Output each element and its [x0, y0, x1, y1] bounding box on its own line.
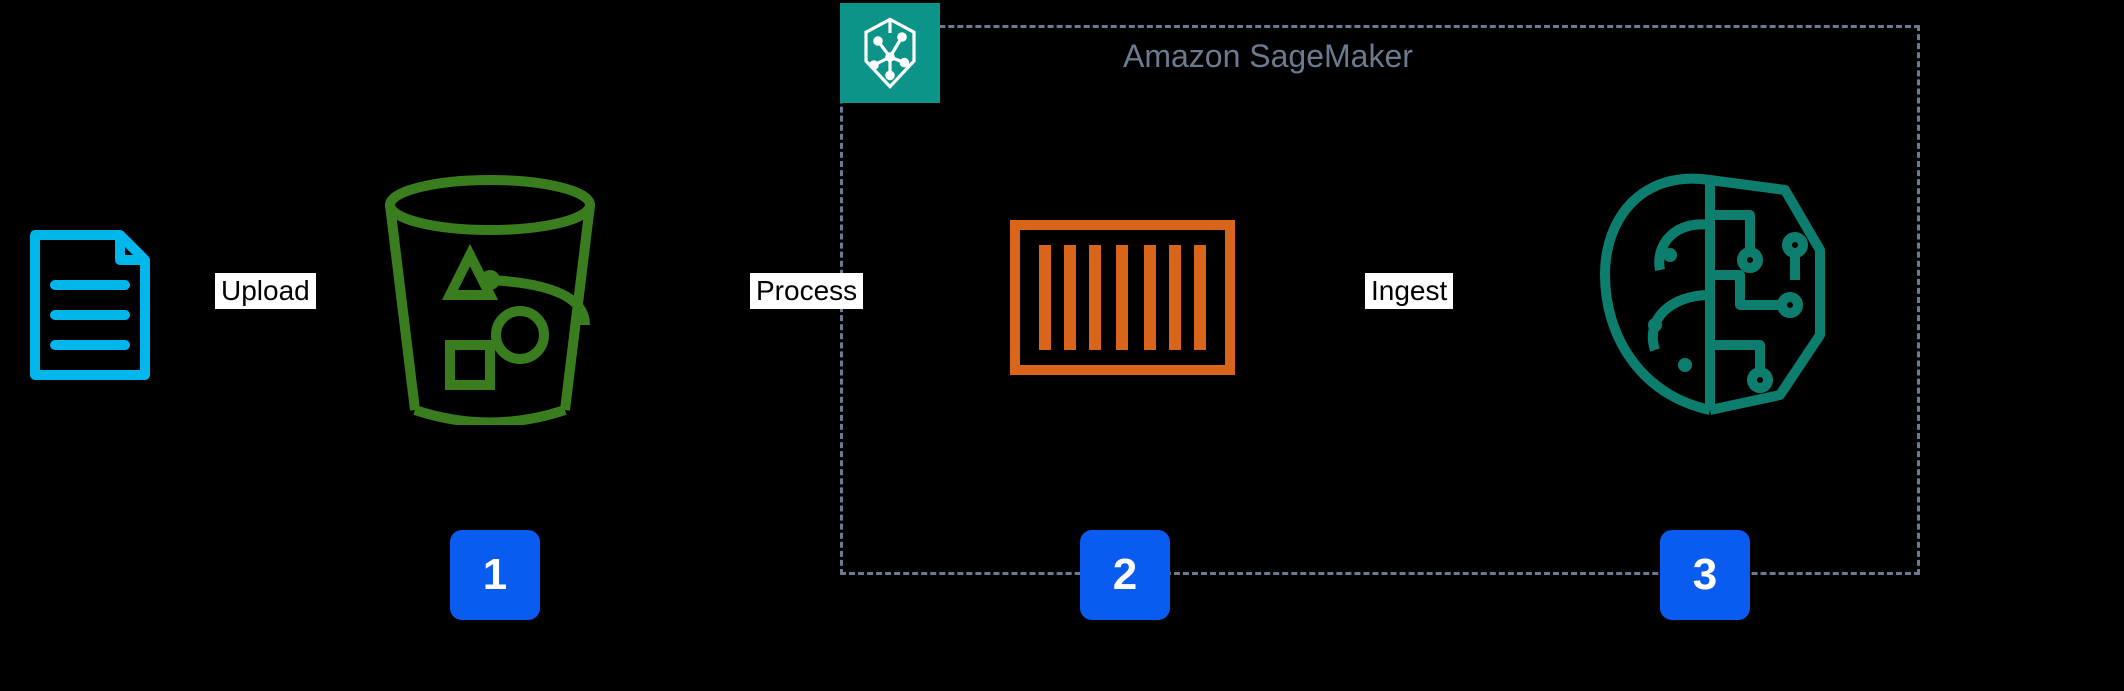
arrow-label-upload: Upload [215, 273, 316, 309]
sagemaker-ml-icon [1585, 165, 1835, 420]
container-icon [1010, 220, 1235, 375]
step-badge-2: 2 [1080, 530, 1170, 620]
diagram-canvas: Amazon SageMaker Upload [0, 0, 2124, 691]
s3-bucket-icon [380, 175, 600, 425]
document-icon [25, 225, 155, 385]
arrow-label-ingest: Ingest [1365, 273, 1453, 309]
sagemaker-title: Amazon SageMaker [1123, 38, 1413, 75]
sagemaker-badge-icon [840, 3, 940, 103]
arrow-label-process: Process [750, 273, 863, 309]
step-badge-3: 3 [1660, 530, 1750, 620]
step-badge-1: 1 [450, 530, 540, 620]
